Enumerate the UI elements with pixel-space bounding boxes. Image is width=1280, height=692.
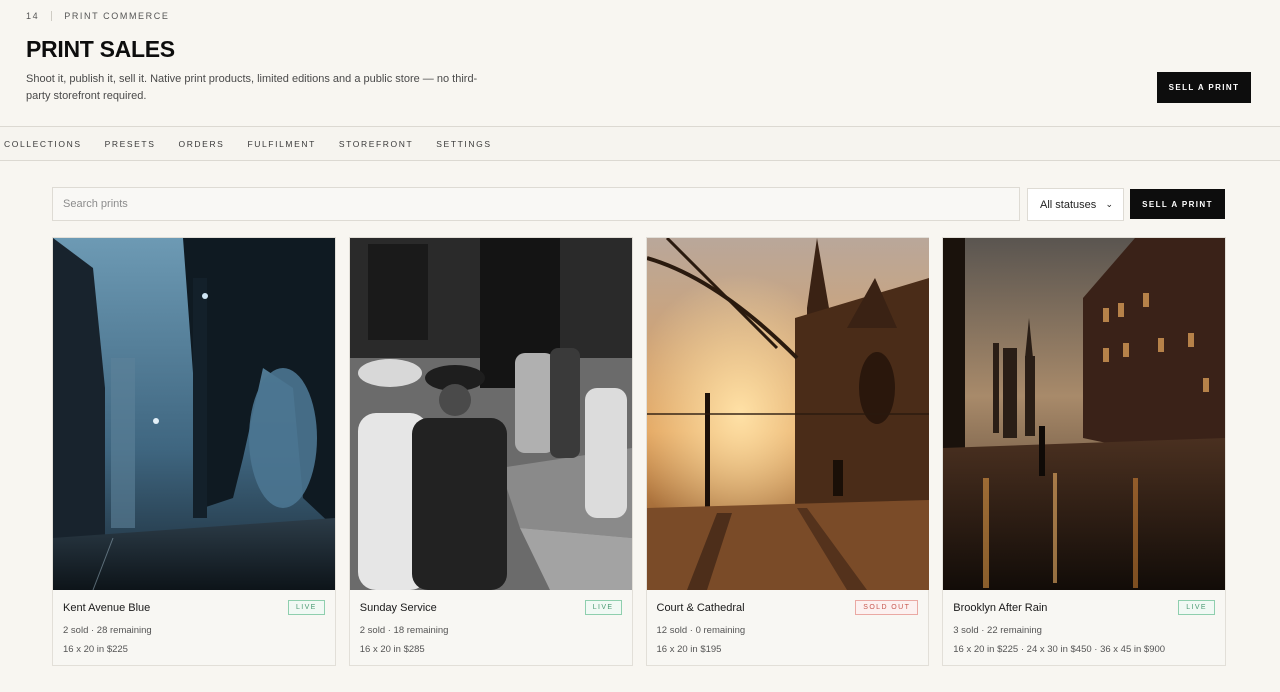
status-badge: LIVE bbox=[287, 600, 325, 615]
print-sales-meta: 2 sold · 28 remaining bbox=[63, 625, 152, 636]
section-nav: COLLECTIONS PRESETS ORDERS FULFILMENT ST… bbox=[0, 126, 1280, 161]
print-image bbox=[53, 238, 335, 590]
print-sales-page: 14 PRINT COMMERCE PRINT SALES Shoot it, … bbox=[0, 0, 1280, 692]
tab-orders[interactable]: ORDERS bbox=[178, 139, 224, 149]
page-header: 14 PRINT COMMERCE PRINT SALES Shoot it, … bbox=[0, 0, 1280, 126]
chevron-down-icon: ⌄ bbox=[1105, 199, 1113, 209]
section-count: 14 bbox=[26, 11, 40, 21]
print-prices: 16 x 20 in $225 · 24 x 30 in $450 · 36 x… bbox=[953, 644, 1166, 655]
search-input[interactable] bbox=[52, 187, 1020, 221]
print-title: Sunday Service bbox=[359, 602, 437, 614]
tab-collections[interactable]: COLLECTIONS bbox=[4, 139, 82, 149]
toolbar-sell-a-print-button[interactable]: SELL A PRINT bbox=[1130, 189, 1225, 219]
status-badge: SOLD OUT bbox=[855, 600, 919, 615]
sell-a-print-button[interactable]: SELL A PRINT bbox=[1157, 72, 1251, 103]
status-badge: LIVE bbox=[584, 600, 622, 615]
print-image bbox=[943, 238, 1226, 590]
eyebrow: 14 PRINT COMMERCE bbox=[26, 11, 169, 21]
print-grid: Kent Avenue Blue LIVE 2 sold · 28 remain… bbox=[52, 237, 1226, 666]
print-sales-meta: 3 sold · 22 remaining bbox=[953, 625, 1042, 636]
print-sales-meta: 2 sold · 18 remaining bbox=[359, 625, 449, 636]
page-title: PRINT SALES bbox=[26, 36, 175, 62]
status-badge: LIVE bbox=[1178, 600, 1215, 615]
print-prices: 16 x 20 in $285 bbox=[359, 644, 425, 655]
page-description: Shoot it, publish it, sell it. Native pr… bbox=[26, 73, 478, 102]
status-filter-select[interactable]: All statuses ⌄ bbox=[1027, 188, 1124, 221]
print-title: Brooklyn After Rain bbox=[953, 602, 1048, 614]
print-sales-meta: 12 sold · 0 remaining bbox=[656, 625, 746, 636]
print-prices: 16 x 20 in $225 bbox=[63, 644, 128, 655]
print-title: Kent Avenue Blue bbox=[63, 602, 151, 614]
print-card[interactable]: Brooklyn After Rain LIVE 3 sold · 22 rem… bbox=[942, 237, 1226, 666]
print-image bbox=[349, 238, 632, 590]
tab-fulfilment[interactable]: FULFILMENT bbox=[247, 139, 315, 149]
tab-settings[interactable]: SETTINGS bbox=[436, 139, 491, 149]
print-title: Court & Cathedral bbox=[656, 602, 745, 614]
tab-storefront[interactable]: STOREFRONT bbox=[339, 139, 413, 149]
status-filter-value: All statuses bbox=[1040, 198, 1097, 211]
print-card[interactable]: Kent Avenue Blue LIVE 2 sold · 28 remain… bbox=[52, 237, 336, 666]
section-name: PRINT COMMERCE bbox=[64, 11, 170, 21]
tab-presets[interactable]: PRESETS bbox=[105, 139, 156, 149]
print-prices: 16 x 20 in $195 bbox=[656, 644, 722, 655]
print-image bbox=[646, 238, 929, 590]
eyebrow-divider bbox=[51, 11, 53, 21]
print-card[interactable]: Sunday Service LIVE 2 sold · 18 remainin… bbox=[348, 237, 633, 666]
print-card[interactable]: Court & Cathedral SOLD OUT 12 sold · 0 r… bbox=[645, 237, 930, 666]
